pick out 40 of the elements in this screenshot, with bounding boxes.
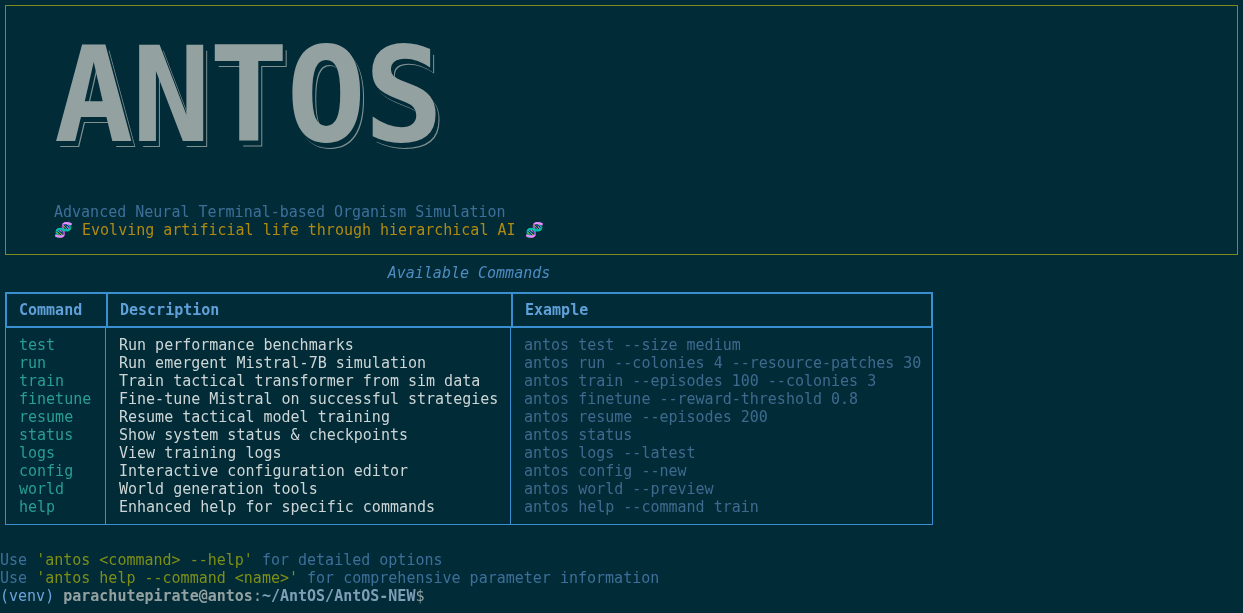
- table-cell-text: Resume tactical model training: [119, 408, 391, 426]
- table-cell-text: World generation tools: [119, 480, 319, 498]
- column-header: Description: [106, 294, 511, 326]
- table-cell-text: antos help --command train: [524, 498, 760, 516]
- table-cell-text: world: [19, 480, 66, 498]
- table-cell-text: run: [19, 354, 48, 372]
- subtitle: Advanced Neural Terminal-based Organism Simulation: [54, 203, 507, 221]
- table-cell: antos run --colonies 4 --resource-patches 30: [524, 354, 922, 372]
- tagline: 🧬 Evolving artificial life through hierarchical AI 🧬: [54, 221, 545, 239]
- table-cell-text: test: [19, 336, 57, 354]
- table-cell-text: Train tactical transformer from sim data: [119, 372, 482, 390]
- hint-line: Use 'antos help --command <name>' for comprehensive parameter information: [0, 569, 661, 587]
- table-cell-text: train: [19, 372, 66, 390]
- column-header: Command: [18, 300, 84, 321]
- table-cell-text: antos world --preview: [524, 480, 715, 498]
- table-cell: Fine-tune Mistral on successful strategies: [119, 390, 497, 408]
- table-cell-text: Enhanced help for specific commands: [119, 498, 437, 516]
- table-cell-text: antos logs --latest: [524, 444, 697, 462]
- column-header: Example: [511, 294, 931, 326]
- table-cell-text: Run emergent Mistral-7B simulation: [119, 354, 428, 372]
- table-title: Available Commands: [386, 264, 552, 282]
- table-cell-text: Show system status & checkpoints: [119, 426, 409, 444]
- table-cell-text: Run performance benchmarks: [119, 336, 355, 354]
- table-cell-text: config: [19, 462, 75, 480]
- table-cell: finetune: [19, 390, 92, 408]
- table-cell-text: resume: [19, 408, 75, 426]
- shell-prompt: (venv) parachutepirate@antos:~/AntOS/AntOS-NEW$: [0, 587, 426, 605]
- table-cell-text: antos config --new: [524, 462, 688, 480]
- table-cell-text: antos test --size medium: [524, 336, 742, 354]
- logo: ANTOS: [54, 36, 442, 154]
- table-cell-text: logs: [19, 444, 57, 462]
- table-cell-text: antos status: [524, 426, 634, 444]
- hint-line: Use 'antos <command> --help' for detailed options: [0, 551, 444, 569]
- table-cell-text: status: [19, 426, 75, 444]
- table-cell-text: antos resume --episodes 200: [524, 408, 769, 426]
- table-cell-text: help: [19, 498, 57, 516]
- table-cell-text: View training logs: [119, 444, 283, 462]
- table-cell-text: antos train --episodes 100 --colonies 3: [524, 372, 878, 390]
- table-cell-text: antos finetune --reward-threshold 0.8: [524, 390, 860, 408]
- table-cell-text: Interactive configuration editor: [119, 462, 409, 480]
